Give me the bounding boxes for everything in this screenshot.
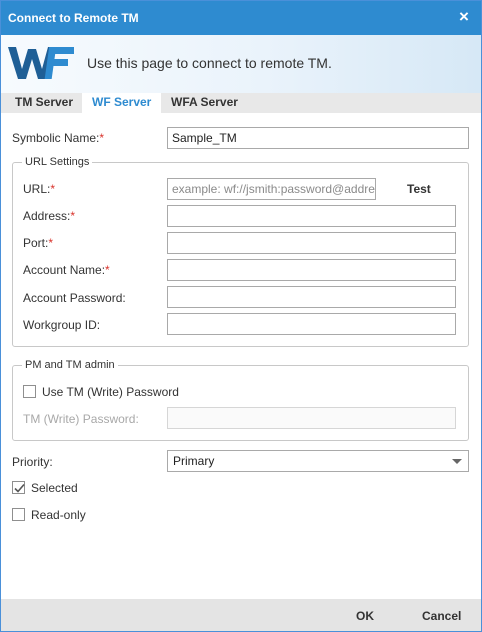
- account-password-label: Account Password:: [23, 291, 126, 305]
- required-mark: *: [48, 236, 54, 250]
- url-settings-legend: URL Settings: [22, 156, 93, 168]
- banner-description: Use this page to connect to remote TM.: [87, 55, 332, 71]
- server-tabs: TM Server WF Server WFA Server: [1, 93, 481, 113]
- priority-selected-value: Primary: [173, 454, 215, 468]
- url-input[interactable]: example: wf://jsmith:password@address: [167, 178, 376, 200]
- read-only-checkbox[interactable]: [12, 508, 25, 521]
- pm-tm-admin-legend: PM and TM admin: [22, 359, 118, 371]
- use-tm-write-password-label: Use TM (Write) Password: [42, 385, 179, 399]
- use-tm-write-password-checkbox[interactable]: [23, 385, 36, 398]
- tab-wf-server[interactable]: WF Server: [82, 93, 162, 113]
- dialog-footer: OK Cancel: [1, 599, 481, 631]
- cancel-button[interactable]: Cancel: [422, 609, 461, 623]
- port-label: Port:*: [23, 236, 54, 250]
- url-label: URL:*: [23, 182, 56, 196]
- workgroup-id-label: Workgroup ID:: [23, 318, 101, 332]
- header-banner: Use this page to connect to remote TM.: [1, 35, 481, 93]
- priority-select[interactable]: Primary: [167, 450, 469, 472]
- symbolic-name-input[interactable]: Sample_TM: [167, 127, 469, 149]
- address-input[interactable]: [167, 205, 456, 227]
- dialog-title: Connect to Remote TM: [8, 11, 139, 25]
- wf-logo-icon: [8, 47, 74, 79]
- account-name-label: Account Name:*: [23, 263, 110, 277]
- required-mark: *: [99, 131, 105, 145]
- pm-tm-admin-group: [12, 365, 469, 441]
- address-label: Address:*: [23, 209, 76, 223]
- required-mark: *: [50, 182, 56, 196]
- selected-label: Selected: [31, 481, 78, 495]
- tm-write-password-input[interactable]: [167, 407, 456, 429]
- tab-wfa-server[interactable]: WFA Server: [161, 93, 248, 113]
- required-mark: *: [70, 209, 76, 223]
- priority-label: Priority:: [12, 455, 53, 469]
- chevron-down-icon: [452, 459, 462, 464]
- account-password-input[interactable]: [167, 286, 456, 308]
- ok-button[interactable]: OK: [356, 609, 374, 623]
- checkmark-icon: [14, 483, 25, 493]
- account-name-input[interactable]: [167, 259, 456, 281]
- read-only-label: Read-only: [31, 508, 86, 522]
- tm-write-password-label: TM (Write) Password:: [23, 412, 139, 426]
- required-mark: *: [105, 263, 110, 277]
- dialog-titlebar: Connect to Remote TM ×: [1, 1, 481, 35]
- port-input[interactable]: [167, 232, 456, 254]
- selected-checkbox[interactable]: [12, 481, 25, 494]
- close-icon[interactable]: ×: [455, 7, 473, 27]
- test-button[interactable]: Test: [407, 182, 431, 196]
- connect-remote-tm-dialog: Connect to Remote TM × Use this page to …: [0, 0, 482, 632]
- tab-tm-server[interactable]: TM Server: [5, 93, 83, 113]
- workgroup-id-input[interactable]: [167, 313, 456, 335]
- symbolic-name-label: Symbolic Name:*: [12, 131, 105, 145]
